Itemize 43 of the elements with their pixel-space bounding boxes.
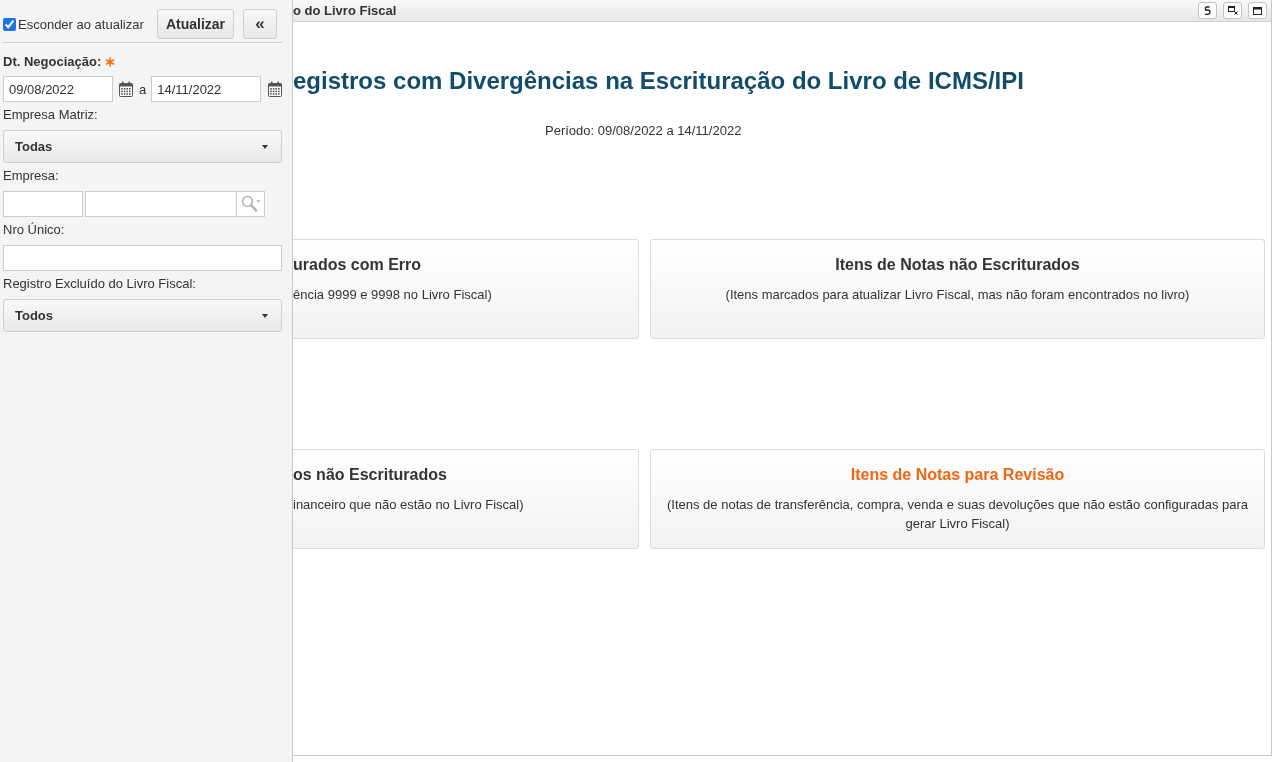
card-description: (Itens de notas de transferência, compra, venda e suas devoluções que não estão configuradas para gerar Livro Fiscal) [665, 496, 1249, 533]
collapse-button[interactable]: « [243, 9, 277, 39]
report-card[interactable]: os não Escriturados inanceiro que não estão no Livro Fiscal) [293, 449, 639, 549]
card-title: urados com Erro [293, 255, 423, 275]
report-card[interactable]: urados com Erro ência 9999 e 9998 no Livro Fiscal) [293, 239, 639, 339]
card-description: inanceiro que não estão no Livro Fiscal) [293, 496, 525, 514]
maximize-button[interactable] [1248, 2, 1267, 19]
caret-icon [262, 144, 268, 149]
curved-arrow-button[interactable] [1198, 2, 1217, 19]
card-title: Itens de Notas não Escriturados [834, 255, 1081, 275]
date-field[interactable]: 09/08/2022 [3, 76, 113, 102]
calendar-icon[interactable] [267, 81, 284, 97]
window-x-icon [1227, 6, 1238, 15]
code-input-field[interactable] [3, 191, 83, 217]
field-label: Empresa Matriz: [3, 106, 98, 124]
window-title: o do Livro Fiscal [293, 3, 398, 18]
period-text: Período: 09/08/2022 a 14/11/2022 [544, 122, 743, 140]
field-label: Dt. Negociação: [3, 53, 102, 71]
name-input-field[interactable] [85, 191, 237, 217]
range-separator-text: a [139, 81, 147, 97]
card-description: (Itens marcados para atualizar Livro Fiscal, mas não foram encontrados no livro) [724, 286, 1191, 304]
report-card[interactable]: Itens de Notas não Escriturados (Itens marcados para atualizar Livro Fiscal, mas não foram encontrados no livro) [650, 239, 1265, 339]
report-card[interactable]: Itens de Notas para Revisão (Itens de notas de transferência, compra, venda e suas devoluções que não estão configuradas para gerar Livro Fiscal) [650, 449, 1265, 549]
dropdown-select[interactable]: Todos [3, 299, 282, 332]
card-title: Itens de Notas para Revisão [849, 465, 1066, 485]
card-title: os não Escriturados [293, 465, 448, 485]
calendar-icon[interactable] [119, 81, 133, 97]
field-label: Nro Único: [3, 221, 65, 239]
curved-arrow-icon [1204, 6, 1211, 15]
report-title: egistros com Divergências na Escrituração do Livro de ICMS/IPI [293, 67, 1025, 95]
card-description: ência 9999 e 9998 no Livro Fiscal) [293, 286, 493, 304]
text-input-field[interactable] [3, 245, 282, 271]
field-label: Empresa: [3, 167, 59, 185]
caret-icon [262, 313, 268, 318]
window-x-button[interactable] [1223, 2, 1242, 19]
checkbox[interactable] [3, 17, 16, 31]
maximize-icon [1253, 6, 1262, 15]
field-label: Registro Excluído do Livro Fiscal: [3, 275, 196, 293]
update-button[interactable]: Atualizar [157, 9, 234, 39]
dropdown-select[interactable]: Todas [3, 130, 282, 163]
checkbox-label: Esconder ao atualizar [18, 16, 144, 32]
search-icon [240, 195, 261, 213]
date-field[interactable]: 14/11/2022 [151, 76, 262, 102]
